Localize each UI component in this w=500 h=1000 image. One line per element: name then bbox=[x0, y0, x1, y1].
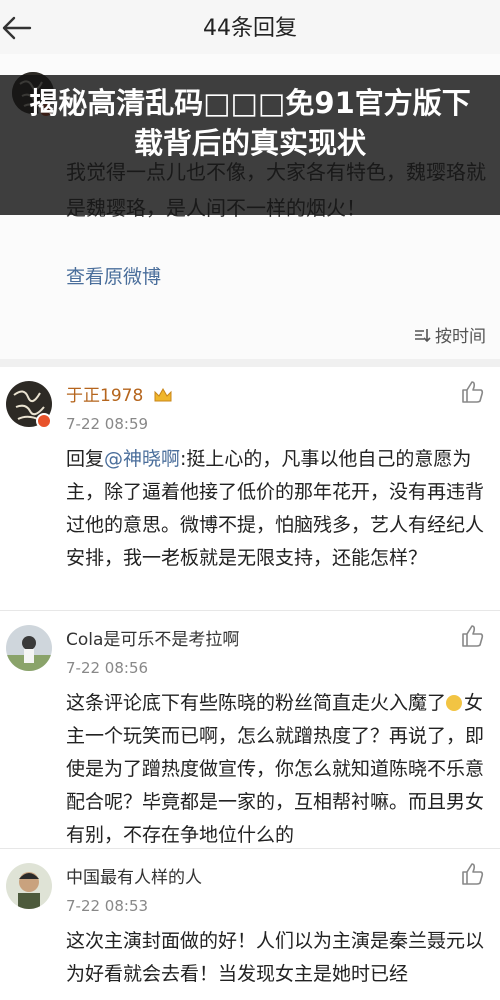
like-icon[interactable] bbox=[460, 379, 486, 405]
like-icon[interactable] bbox=[460, 861, 486, 887]
comment-username[interactable]: 中国最有人样的人 bbox=[66, 863, 202, 888]
comment-body: 这条评论底下有些陈晓的粉丝简直走火入魔了 女主一个玩笑而已啊，怎么就蹭热度了？再说… bbox=[66, 687, 492, 852]
sort-by-time-button[interactable]: 按时间 bbox=[413, 322, 486, 347]
comment-body: 这次主演封面做的好！人们以为主演是秦兰聂元以为好看就会去看！当发现女主是她时已经 bbox=[66, 930, 485, 985]
section-divider bbox=[0, 359, 500, 367]
user-avatar[interactable] bbox=[6, 863, 52, 909]
user-avatar[interactable] bbox=[6, 625, 52, 671]
page-title: 44条回复 bbox=[203, 16, 297, 41]
like-icon[interactable] bbox=[460, 623, 486, 649]
top-nav-bar: 44条回复 bbox=[0, 0, 500, 55]
comment-item: Cola是可乐不是考拉啊 7-22 08:56 这条评论底下有些陈晓的粉丝简直走… bbox=[0, 611, 500, 848]
crown-icon bbox=[154, 387, 172, 402]
reply-prefix: 回复 bbox=[66, 448, 105, 470]
comment-username[interactable]: 于正1978 bbox=[66, 381, 173, 406]
headline-banner: 揭秘高清乱码□□□免91官方版下载背后的真实现状 bbox=[0, 75, 500, 215]
comment-text: 女主一个玩笑而已啊，怎么就蹭热度了？再说了，即使是为了蹭热度做宣传，你怎么就知道… bbox=[66, 692, 485, 846]
comment-body: 回复@神晓啊:挺上心的，凡事以他自己的意愿为主，除了逼着他接了低价的那年花开，没… bbox=[66, 443, 492, 575]
comment-time: 7-22 08:53 bbox=[66, 897, 149, 915]
username-text: 于正1978 bbox=[66, 386, 144, 406]
sort-label: 按时间 bbox=[435, 327, 486, 347]
headline-text: 揭秘高清乱码□□□免91官方版下载背后的真实现状 bbox=[29, 86, 471, 160]
comment-item: 中国最有人样的人 7-22 08:53 这次主演封面做的好！人们以为主演是秦兰聂… bbox=[0, 849, 500, 1000]
emoji-icon bbox=[446, 695, 463, 711]
comment-item: 于正1978 7-22 08:59 回复@神晓啊:挺上心的，凡事以他自己的意愿为… bbox=[0, 367, 500, 610]
sort-icon bbox=[415, 328, 431, 342]
comment-time: 7-22 08:56 bbox=[66, 659, 149, 677]
mention-link[interactable]: @神晓啊 bbox=[104, 448, 180, 470]
comment-username[interactable]: Cola是可乐不是考拉啊 bbox=[66, 625, 239, 650]
comment-text-line1: 这条评论底下有些陈晓的粉丝简直走火入魔了 bbox=[66, 692, 447, 714]
verified-badge-icon bbox=[36, 413, 52, 429]
view-original-link[interactable]: 查看原微博 bbox=[66, 262, 161, 289]
comment-time: 7-22 08:59 bbox=[66, 415, 149, 433]
